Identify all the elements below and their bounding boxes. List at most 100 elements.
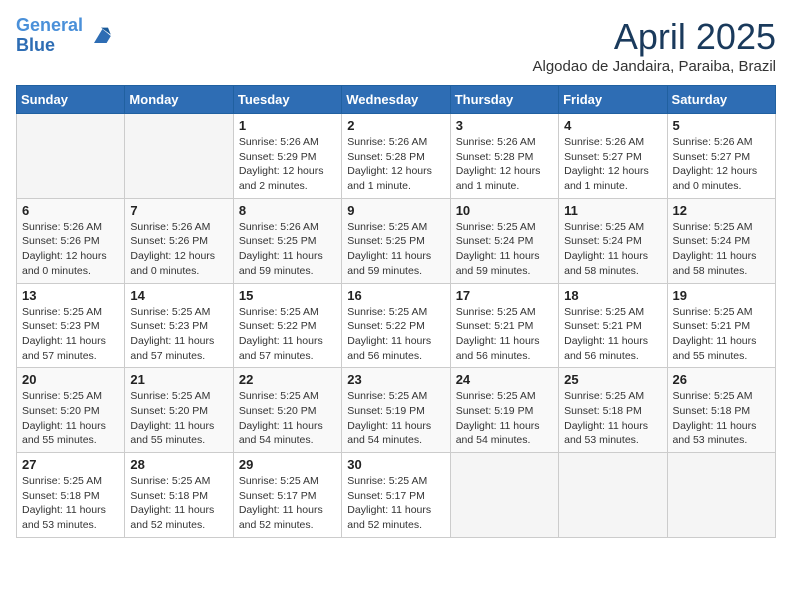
- calendar-cell: 22 Sunrise: 5:25 AMSunset: 5:20 PMDayligh…: [233, 368, 341, 453]
- day-info: Sunrise: 5:25 AMSunset: 5:20 PMDaylight:…: [22, 389, 119, 448]
- calendar-cell: 11 Sunrise: 5:25 AMSunset: 5:24 PMDayligh…: [559, 198, 667, 283]
- day-number: 4: [564, 118, 661, 133]
- day-info: Sunrise: 5:26 AMSunset: 5:28 PMDaylight:…: [456, 135, 553, 194]
- day-info: Sunrise: 5:25 AMSunset: 5:24 PMDaylight:…: [673, 220, 770, 279]
- page-header: GeneralBlue April 2025 Algodao de Jandai…: [16, 16, 776, 75]
- title-block: April 2025 Algodao de Jandaira, Paraiba,…: [533, 16, 777, 75]
- day-number: 22: [239, 372, 336, 387]
- day-number: 27: [22, 457, 119, 472]
- calendar-cell: 29Sunrise: 5:25 AMSunset: 5:17 PMDayligh…: [233, 453, 341, 538]
- calendar-cell: 14 Sunrise: 5:25 AMSunset: 5:23 PMDayligh…: [125, 283, 233, 368]
- day-number: 28: [130, 457, 227, 472]
- calendar-table: SundayMondayTuesdayWednesdayThursdayFrid…: [16, 85, 776, 538]
- calendar-cell: 8 Sunrise: 5:26 AMSunset: 5:25 PMDaylight…: [233, 198, 341, 283]
- day-info: Sunrise: 5:25 AMSunset: 5:24 PMDaylight:…: [564, 220, 661, 279]
- day-info: Sunrise: 5:26 AMSunset: 5:27 PMDaylight:…: [673, 135, 770, 194]
- week-row-3: 13 Sunrise: 5:25 AMSunset: 5:23 PMDayligh…: [17, 283, 776, 368]
- calendar-cell: 10 Sunrise: 5:25 AMSunset: 5:24 PMDayligh…: [450, 198, 558, 283]
- calendar-cell: 13 Sunrise: 5:25 AMSunset: 5:23 PMDayligh…: [17, 283, 125, 368]
- calendar-cell: 27 Sunrise: 5:25 AMSunset: 5:18 PMDayligh…: [17, 453, 125, 538]
- logo-text: GeneralBlue: [16, 16, 83, 56]
- day-info: Sunrise: 5:25 AMSunset: 5:19 PMDaylight:…: [456, 389, 553, 448]
- calendar-cell: [450, 453, 558, 538]
- weekday-thursday: Thursday: [450, 86, 558, 114]
- day-number: 5: [673, 118, 770, 133]
- day-number: 3: [456, 118, 553, 133]
- day-number: 6: [22, 203, 119, 218]
- day-number: 8: [239, 203, 336, 218]
- calendar-cell: 23 Sunrise: 5:25 AMSunset: 5:19 PMDayligh…: [342, 368, 450, 453]
- day-number: 21: [130, 372, 227, 387]
- day-info: Sunrise: 5:25 AMSunset: 5:24 PMDaylight:…: [456, 220, 553, 279]
- day-info: Sunrise: 5:25 AMSunset: 5:20 PMDaylight:…: [130, 389, 227, 448]
- calendar-cell: 2 Sunrise: 5:26 AMSunset: 5:28 PMDaylight…: [342, 114, 450, 199]
- day-number: 17: [456, 288, 553, 303]
- day-number: 10: [456, 203, 553, 218]
- day-number: 20: [22, 372, 119, 387]
- day-info: Sunrise: 5:25 AMSunset: 5:18 PMDaylight:…: [564, 389, 661, 448]
- day-info: Sunrise: 5:25 AMSunset: 5:23 PMDaylight:…: [130, 305, 227, 364]
- calendar-cell: 19 Sunrise: 5:25 AMSunset: 5:21 PMDayligh…: [667, 283, 775, 368]
- day-number: 14: [130, 288, 227, 303]
- day-number: 30: [347, 457, 444, 472]
- day-info: Sunrise: 5:25 AMSunset: 5:18 PMDaylight:…: [673, 389, 770, 448]
- week-row-2: 6 Sunrise: 5:26 AMSunset: 5:26 PMDaylight…: [17, 198, 776, 283]
- day-info: Sunrise: 5:25 AMSunset: 5:23 PMDaylight:…: [22, 305, 119, 364]
- day-number: 7: [130, 203, 227, 218]
- calendar-cell: 18Sunrise: 5:25 AMSunset: 5:21 PMDayligh…: [559, 283, 667, 368]
- day-number: 19: [673, 288, 770, 303]
- day-info: Sunrise: 5:25 AMSunset: 5:20 PMDaylight:…: [239, 389, 336, 448]
- day-info: Sunrise: 5:26 AMSunset: 5:26 PMDaylight:…: [22, 220, 119, 279]
- day-info: Sunrise: 5:26 AMSunset: 5:25 PMDaylight:…: [239, 220, 336, 279]
- calendar-cell: [17, 114, 125, 199]
- calendar-cell: 20 Sunrise: 5:25 AMSunset: 5:20 PMDayligh…: [17, 368, 125, 453]
- day-info: Sunrise: 5:25 AMSunset: 5:21 PMDaylight:…: [673, 305, 770, 364]
- calendar-cell: [667, 453, 775, 538]
- logo: GeneralBlue: [16, 16, 115, 56]
- logo-icon: [87, 22, 115, 50]
- weekday-tuesday: Tuesday: [233, 86, 341, 114]
- day-info: Sunrise: 5:25 AMSunset: 5:19 PMDaylight:…: [347, 389, 444, 448]
- day-info: Sunrise: 5:25 AMSunset: 5:18 PMDaylight:…: [22, 474, 119, 533]
- calendar-cell: 9Sunrise: 5:25 AMSunset: 5:25 PMDaylight…: [342, 198, 450, 283]
- calendar-body: 1 Sunrise: 5:26 AMSunset: 5:29 PMDaylight…: [17, 114, 776, 538]
- weekday-header-row: SundayMondayTuesdayWednesdayThursdayFrid…: [17, 86, 776, 114]
- day-info: Sunrise: 5:25 AMSunset: 5:22 PMDaylight:…: [347, 305, 444, 364]
- day-number: 26: [673, 372, 770, 387]
- calendar-cell: [125, 114, 233, 199]
- day-number: 1: [239, 118, 336, 133]
- day-number: 2: [347, 118, 444, 133]
- calendar-cell: 28 Sunrise: 5:25 AMSunset: 5:18 PMDayligh…: [125, 453, 233, 538]
- day-number: 12: [673, 203, 770, 218]
- calendar-cell: 5 Sunrise: 5:26 AMSunset: 5:27 PMDaylight…: [667, 114, 775, 199]
- calendar-cell: 7 Sunrise: 5:26 AMSunset: 5:26 PMDaylight…: [125, 198, 233, 283]
- location-subtitle: Algodao de Jandaira, Paraiba, Brazil: [533, 58, 777, 75]
- weekday-friday: Friday: [559, 86, 667, 114]
- day-info: Sunrise: 5:25 AMSunset: 5:21 PMDaylight:…: [456, 305, 553, 364]
- calendar-cell: 15Sunrise: 5:25 AMSunset: 5:22 PMDayligh…: [233, 283, 341, 368]
- weekday-saturday: Saturday: [667, 86, 775, 114]
- weekday-sunday: Sunday: [17, 86, 125, 114]
- day-info: Sunrise: 5:26 AMSunset: 5:29 PMDaylight:…: [239, 135, 336, 194]
- calendar-cell: 21 Sunrise: 5:25 AMSunset: 5:20 PMDayligh…: [125, 368, 233, 453]
- calendar-cell: 1 Sunrise: 5:26 AMSunset: 5:29 PMDaylight…: [233, 114, 341, 199]
- day-info: Sunrise: 5:25 AMSunset: 5:25 PMDaylight:…: [347, 220, 444, 279]
- week-row-5: 27 Sunrise: 5:25 AMSunset: 5:18 PMDayligh…: [17, 453, 776, 538]
- calendar-cell: 25 Sunrise: 5:25 AMSunset: 5:18 PMDayligh…: [559, 368, 667, 453]
- weekday-monday: Monday: [125, 86, 233, 114]
- calendar-cell: 6 Sunrise: 5:26 AMSunset: 5:26 PMDaylight…: [17, 198, 125, 283]
- day-info: Sunrise: 5:26 AMSunset: 5:28 PMDaylight:…: [347, 135, 444, 194]
- day-info: Sunrise: 5:25 AMSunset: 5:22 PMDaylight:…: [239, 305, 336, 364]
- calendar-cell: [559, 453, 667, 538]
- calendar-cell: 17 Sunrise: 5:25 AMSunset: 5:21 PMDayligh…: [450, 283, 558, 368]
- calendar-cell: 3 Sunrise: 5:26 AMSunset: 5:28 PMDaylight…: [450, 114, 558, 199]
- day-number: 13: [22, 288, 119, 303]
- day-info: Sunrise: 5:25 AMSunset: 5:17 PMDaylight:…: [347, 474, 444, 533]
- day-number: 29: [239, 457, 336, 472]
- day-number: 18: [564, 288, 661, 303]
- day-number: 25: [564, 372, 661, 387]
- day-info: Sunrise: 5:25 AMSunset: 5:18 PMDaylight:…: [130, 474, 227, 533]
- day-number: 11: [564, 203, 661, 218]
- day-number: 23: [347, 372, 444, 387]
- day-info: Sunrise: 5:26 AMSunset: 5:26 PMDaylight:…: [130, 220, 227, 279]
